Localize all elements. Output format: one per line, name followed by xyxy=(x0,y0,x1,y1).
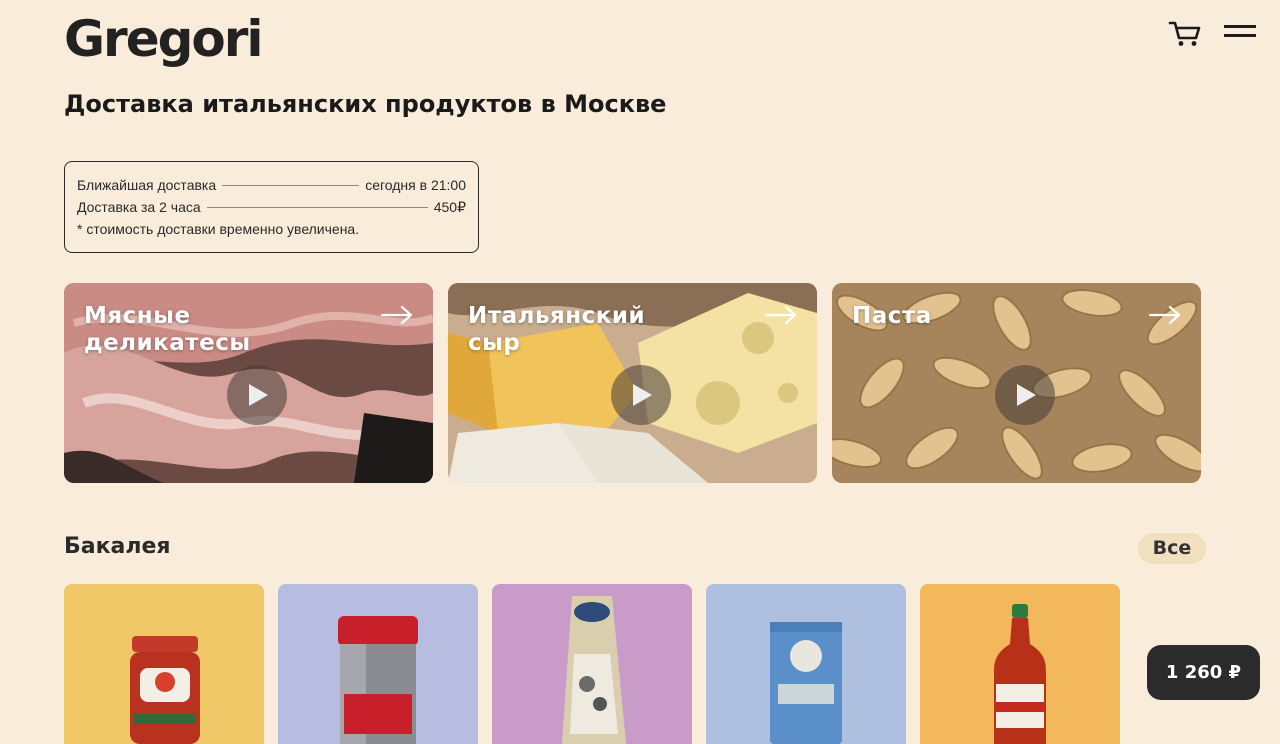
play-button[interactable] xyxy=(994,365,1055,425)
hamburger-menu-icon xyxy=(1224,25,1256,37)
category-cards: Мясные деликатесы Итальянский сыр Паста xyxy=(64,283,1201,483)
product-card[interactable] xyxy=(278,584,478,744)
menu-button[interactable] xyxy=(1224,22,1256,42)
product-card[interactable] xyxy=(920,584,1120,744)
product-list xyxy=(64,584,1120,744)
product-card[interactable] xyxy=(492,584,692,744)
tomato-jar-image xyxy=(130,636,200,744)
delivery-nearest-row: Ближайшая доставка сегодня в 21:00 xyxy=(77,174,466,196)
coffee-tin-image xyxy=(338,616,418,744)
delivery-info: Ближайшая доставка сегодня в 21:00 Доста… xyxy=(64,161,479,253)
product-card[interactable] xyxy=(64,584,264,744)
delivery-nearest-label: Ближайшая доставка xyxy=(77,177,217,193)
play-icon xyxy=(248,384,268,406)
delivery-nearest-value: сегодня в 21:00 xyxy=(365,177,466,193)
play-button[interactable] xyxy=(610,365,671,425)
page-title: Доставка итальянских продуктов в Москве xyxy=(64,90,667,118)
category-title: Мясные деликатесы xyxy=(84,303,251,356)
product-card[interactable] xyxy=(706,584,906,744)
see-all-button[interactable]: Все xyxy=(1138,533,1206,564)
flour-bag-image xyxy=(770,622,842,744)
play-button[interactable] xyxy=(226,365,287,425)
section-title-grocery: Бакалея xyxy=(64,534,171,559)
arrow-right-icon xyxy=(381,305,413,325)
dotted-divider xyxy=(206,206,428,208)
delivery-note: * стоимость доставки временно увеличена. xyxy=(77,221,360,237)
cart-total-button[interactable]: 1 260 ₽ xyxy=(1147,645,1260,700)
category-title: Паста xyxy=(852,303,932,329)
category-card-meat[interactable]: Мясные деликатесы xyxy=(64,283,433,483)
pasta-bag-image xyxy=(562,596,626,744)
arrow-right-icon xyxy=(1149,305,1181,325)
dotted-divider xyxy=(222,184,360,186)
cart-icon xyxy=(1168,21,1201,46)
sauce-bottle-image xyxy=(994,604,1046,744)
category-card-cheese[interactable]: Итальянский сыр xyxy=(448,283,817,483)
arrow-right-icon xyxy=(765,305,797,325)
cart-button[interactable] xyxy=(1168,20,1204,48)
play-icon xyxy=(632,384,652,406)
category-title: Итальянский сыр xyxy=(468,303,646,356)
category-card-pasta[interactable]: Паста xyxy=(832,283,1201,483)
logo[interactable]: Gregori xyxy=(64,10,264,68)
delivery-express-label: Доставка за 2 часа xyxy=(77,199,201,215)
delivery-express-row: Доставка за 2 часа 450₽ xyxy=(77,196,466,218)
delivery-express-price: 450₽ xyxy=(433,198,466,215)
play-icon xyxy=(1016,384,1036,406)
